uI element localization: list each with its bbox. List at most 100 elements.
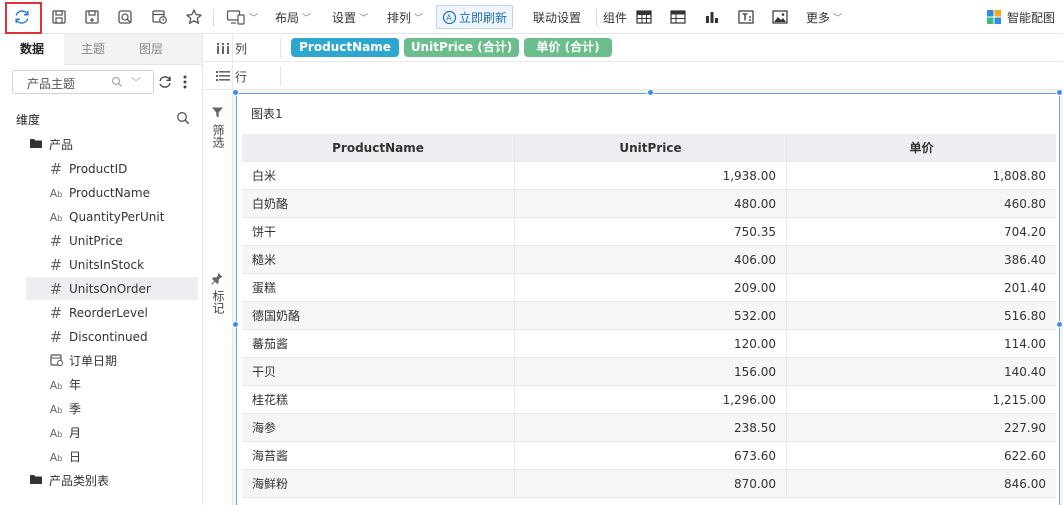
field-item[interactable]: 产品	[26, 133, 198, 156]
field-item[interactable]: Ab 季	[26, 397, 198, 420]
table-widget[interactable]: 图表1 ProductName UnitPrice 单价 白米 1,938.00 1…	[236, 93, 1060, 505]
more-vertical-icon[interactable]	[181, 74, 189, 90]
resize-handle-top-right[interactable]	[1056, 89, 1063, 96]
tab-layer[interactable]: 图层	[122, 34, 180, 65]
pivot-table-icon[interactable]	[670, 5, 686, 29]
table-row[interactable]: 白奶酪 480.00 460.80	[242, 190, 1056, 218]
header-unitprice[interactable]: UnitPrice	[515, 134, 787, 162]
search-icon[interactable]	[176, 111, 190, 125]
cell-productname: 海苔酱	[242, 442, 515, 470]
table-row[interactable]: 德国奶酪 532.00 516.80	[242, 302, 1056, 330]
header-productname[interactable]: ProductName	[242, 134, 515, 162]
field-item-label: ReorderLevel	[69, 305, 148, 320]
number-field-icon: #	[49, 159, 63, 178]
resize-handle-right[interactable]	[1056, 321, 1063, 328]
table-row[interactable]: 海苔酱 673.60 622.60	[242, 442, 1056, 470]
table-row[interactable]: 海鲜粉 870.00 846.00	[242, 470, 1056, 498]
smart-chart-button[interactable]: 智能配图	[986, 5, 1055, 29]
field-item-label: UnitPrice	[69, 233, 123, 248]
refresh-now-button[interactable]: A 立即刷新	[436, 5, 514, 29]
field-item[interactable]: # Discontinued	[26, 325, 198, 348]
field-item[interactable]: # ReorderLevel	[26, 301, 198, 324]
columns-icon	[217, 43, 229, 54]
field-item[interactable]: Ab QuantityPerUnit	[26, 205, 198, 228]
cell-price: 516.80	[1004, 309, 1046, 323]
widget-title: 图表1	[251, 107, 283, 121]
cell-unitprice: 156.00	[515, 358, 787, 386]
image-icon[interactable]	[772, 5, 788, 29]
chevron-down-icon: ﹀	[414, 13, 424, 24]
field-item[interactable]: 产品类别表	[26, 469, 198, 492]
resize-handle-top-left[interactable]	[232, 89, 239, 96]
table-row[interactable]: 饼干 750.35 704.20	[242, 218, 1056, 246]
more-label: 更多	[806, 10, 831, 25]
linkage-settings-button[interactable]: 联动设置	[533, 5, 581, 29]
layout-menu[interactable]: 布局 ﹀	[275, 5, 311, 29]
chevron-down-icon: ﹀	[359, 13, 369, 24]
table-row[interactable]: 蛋糕 209.00 201.40	[242, 274, 1056, 302]
refresh-fields-icon[interactable]	[157, 74, 173, 90]
cell-unitprice: 1,938.00	[515, 162, 787, 190]
field-item[interactable]: # UnitPrice	[26, 229, 198, 252]
chevron-down-icon: ﹀	[249, 13, 259, 24]
save-icon[interactable]	[51, 5, 67, 29]
settings-menu[interactable]: 设置 ﹀	[332, 5, 368, 29]
cell-price: 1,808.80	[992, 169, 1046, 183]
header-price[interactable]: 单价	[787, 134, 1056, 162]
table-row[interactable]: 干贝 156.00 140.40	[242, 358, 1056, 386]
table-row[interactable]: 白米 1,938.00 1,808.80	[242, 162, 1056, 190]
field-item[interactable]: # UnitsOnOrder	[26, 277, 198, 300]
cell-unitprice: 870.00	[515, 470, 787, 498]
tab-theme[interactable]: 主题	[64, 34, 122, 65]
refresh-icon[interactable]	[13, 5, 31, 29]
field-item-label: ProductID	[69, 161, 128, 176]
number-field-icon: #	[49, 327, 63, 346]
field-item[interactable]: Ab ProductName	[26, 181, 198, 204]
field-item[interactable]: # ProductID	[26, 157, 198, 180]
favorite-star-icon[interactable]	[185, 5, 203, 29]
text-field-icon: Ab	[49, 378, 63, 392]
cell-price: 846.00	[1004, 477, 1046, 491]
pill-productname[interactable]: ProductName	[291, 38, 399, 57]
field-item[interactable]: 订单日期	[26, 349, 198, 372]
cell-productname: 桂花糕	[242, 386, 515, 414]
table-row[interactable]: 蕃茄酱 120.00 114.00	[242, 330, 1056, 358]
field-item[interactable]: # UnitsInStock	[26, 253, 198, 276]
device-dropdown[interactable]: ﹀	[226, 5, 258, 29]
field-item[interactable]: Ab 年	[26, 373, 198, 396]
cell-price: 140.40	[1004, 365, 1046, 379]
pill-unitprice-sum[interactable]: UnitPrice (合计)	[404, 38, 519, 57]
linkage-label: 联动设置	[533, 10, 582, 25]
resize-handle-top[interactable]	[647, 89, 654, 96]
table-icon[interactable]	[636, 5, 652, 29]
table-row[interactable]: 糙米 406.00 386.40	[242, 246, 1056, 274]
folder-icon	[26, 137, 46, 152]
data-panel: 数据 主题 图层 产品主题 ﹀ 维度 产品 # ProductID Ab Product…	[0, 34, 203, 505]
bar-chart-icon[interactable]	[704, 5, 720, 29]
mark-shelf-label[interactable]: 标记	[211, 290, 225, 314]
theme-select[interactable]: 产品主题 ﹀	[12, 70, 154, 94]
field-item[interactable]: Ab 月	[26, 421, 198, 444]
row-shelf[interactable]: 行	[203, 62, 1063, 90]
filter-icon	[212, 107, 223, 118]
tab-data[interactable]: 数据	[0, 34, 64, 66]
filter-shelf-label[interactable]: 筛选	[211, 124, 225, 148]
cell-productname: 干贝	[242, 358, 515, 386]
field-item[interactable]: Ab 日	[26, 445, 198, 468]
pill-price-sum[interactable]: 单价 (合计)	[524, 38, 612, 57]
pin-icon	[211, 272, 223, 285]
arrange-menu[interactable]: 排列 ﹀	[387, 5, 423, 29]
field-item-label: ProductName	[69, 185, 150, 200]
table-row[interactable]: 海参 238.50 227.90	[242, 414, 1056, 442]
cell-unitprice: 120.00	[515, 330, 787, 358]
resize-handle-left[interactable]	[232, 321, 239, 328]
more-menu[interactable]: 更多 ﹀	[806, 5, 842, 29]
table-row[interactable]: 桂花糕 1,296.00 1,215.00	[242, 386, 1056, 414]
save-as-icon[interactable]	[84, 5, 100, 29]
text-box-icon[interactable]	[738, 5, 754, 29]
column-shelf[interactable]: 列 ProductName UnitPrice (合计) 单价 (合计)	[203, 34, 1063, 62]
preview-icon[interactable]	[117, 5, 133, 29]
schedule-icon[interactable]	[151, 5, 168, 29]
cell-productname: 糙米	[242, 246, 515, 274]
field-item-label: 订单日期	[69, 354, 118, 368]
